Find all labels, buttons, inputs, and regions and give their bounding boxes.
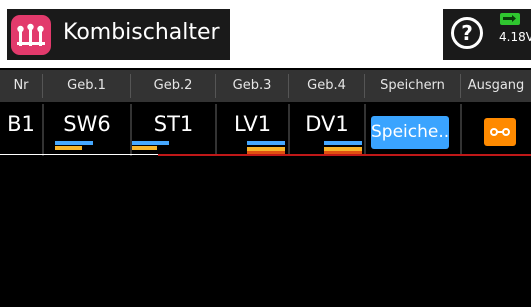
row-number-cell: B1 (0, 104, 42, 154)
geb3-cell[interactable]: LV1 (217, 104, 288, 154)
geb2-indicator-blue (132, 141, 169, 145)
battery-voltage: 4.18V (499, 30, 531, 44)
row-divider (364, 104, 366, 156)
geb1-control: SW6 (63, 112, 111, 136)
column-header-geb2: Geb.2 (153, 78, 193, 93)
column-header-speichern: Speichern (380, 78, 445, 93)
mixer-sliders-glyph (17, 23, 45, 46)
column-header-nr: Nr (13, 78, 29, 93)
geb1-cell[interactable]: SW6 (44, 104, 130, 154)
geb2-control: ST1 (153, 112, 194, 136)
geb4-cell[interactable]: DV1 (290, 104, 364, 154)
switch-glyph (490, 128, 510, 136)
save-button[interactable]: Speiche.. (371, 116, 449, 149)
geb1-indicator-yellow (55, 146, 82, 150)
geb3-control: LV1 (233, 112, 272, 136)
page-title: Kombischalter (63, 20, 220, 45)
column-header-geb3: Geb.3 (232, 78, 272, 93)
help-question-icon[interactable]: ? (451, 17, 483, 49)
geb1-indicator-blue (55, 141, 93, 145)
row-divider (460, 104, 462, 156)
switch-open-icon[interactable] (484, 118, 516, 146)
row-number: B1 (7, 112, 35, 136)
mixer-sliders-icon[interactable] (11, 15, 51, 55)
geb4-control: DV1 (305, 112, 349, 136)
selection-underline (158, 154, 531, 156)
table-header: Nr Geb.1 Geb.2 Geb.3 Geb.4 Speichern Aus… (0, 70, 531, 102)
column-header-geb4: Geb.4 (307, 78, 346, 93)
geb2-cell[interactable]: ST1 (132, 104, 215, 154)
top-bar: Kombischalter ? 4.18V (0, 0, 531, 68)
column-header-ausgang: Ausgang (467, 78, 525, 93)
geb4-indicator-blue (324, 141, 362, 145)
geb3-indicator-blue (247, 141, 285, 145)
battery-charging-icon (500, 13, 520, 25)
title-area: Kombischalter (7, 9, 230, 60)
status-area: ? 4.18V (443, 9, 531, 60)
column-header-geb1: Geb.1 (67, 78, 106, 93)
table-row: B1 SW6 ST1 LV1 DV1 Speiche.. (0, 104, 531, 156)
geb2-indicator-yellow (132, 146, 157, 150)
charging-arrows-glyph (503, 15, 516, 22)
